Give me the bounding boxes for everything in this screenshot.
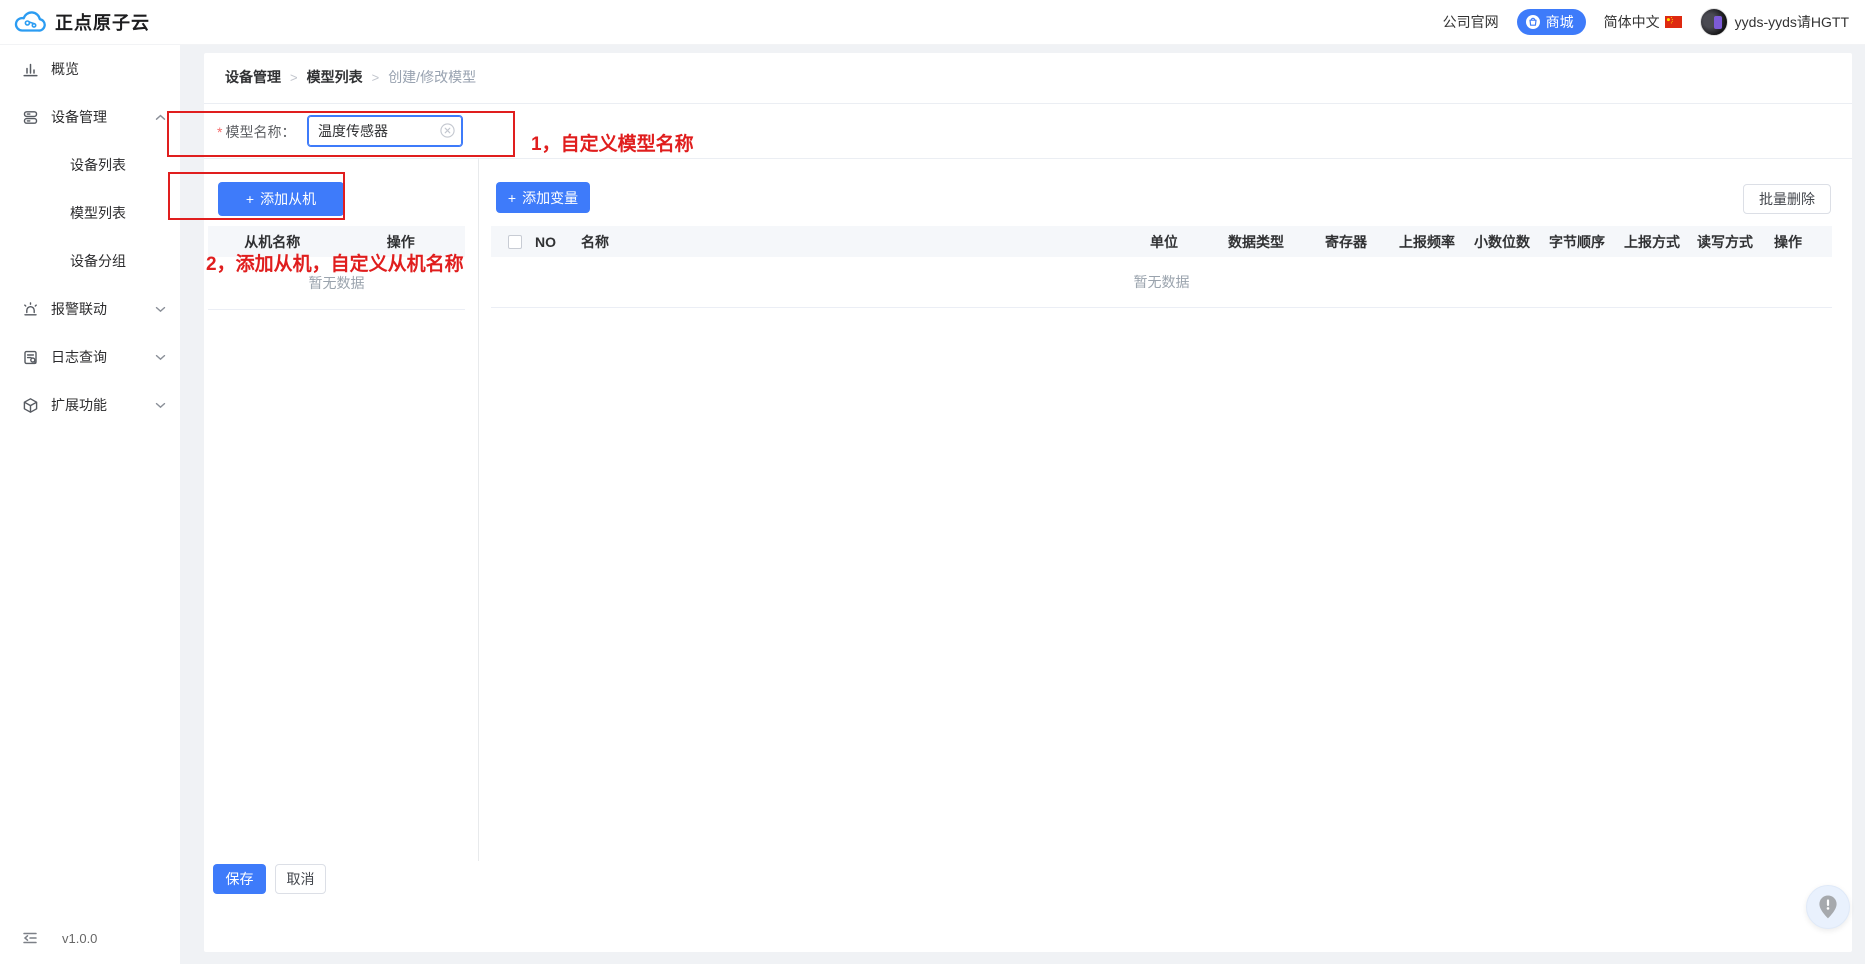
save-button[interactable]: 保存 [213, 864, 266, 894]
sidebar-item-label: 报警联动 [51, 301, 107, 317]
clear-input-icon[interactable] [440, 123, 455, 138]
bar-chart-icon [22, 61, 39, 78]
brand-title: 正点原子云 [55, 13, 150, 33]
col-register: 寄存器 [1325, 233, 1367, 250]
col-byte-order: 字节顺序 [1549, 233, 1605, 250]
official-site-link[interactable]: 公司官网 [1443, 12, 1499, 32]
variable-table-header: NO 名称 单位 数据类型 寄存器 上报频率 小数位数 字节顺序 上报方式 读写… [491, 226, 1832, 257]
breadcrumb-item-current: 创建/修改模型 [388, 69, 477, 85]
brand: 正点原子云 [14, 9, 150, 36]
col-read-write: 读写方式 [1697, 233, 1753, 250]
shopping-bag-icon [1525, 14, 1541, 30]
chevron-down-icon [155, 306, 166, 313]
username: yyds-yyds请HGTT [1734, 14, 1849, 30]
sidebar-item-label: 日志查询 [51, 349, 107, 365]
col-name: 名称 [581, 233, 609, 250]
col-report-mode: 上报方式 [1624, 233, 1680, 250]
required-mark: * [217, 124, 223, 140]
sidebar-item-model-list[interactable]: 模型列表 [0, 189, 180, 237]
batch-delete-label: 批量删除 [1759, 191, 1815, 207]
avatar [1699, 8, 1728, 36]
model-name-label: * 模型名称： [217, 122, 295, 142]
china-flag-icon [1664, 16, 1682, 28]
breadcrumb-item-device-mgmt[interactable]: 设备管理 [225, 67, 281, 87]
sidebar-item-extensions[interactable]: 扩展功能 [0, 381, 180, 429]
top-header: 正点原子云 公司官网 商城 简体中文 yyds-yyds请HGTT [0, 0, 1865, 45]
sidebar-item-label: 设备管理 [51, 109, 107, 125]
collapse-sidebar-icon[interactable] [22, 931, 38, 945]
sidebar-item-device-group[interactable]: 设备分组 [0, 237, 180, 285]
floating-helper-button[interactable] [1806, 885, 1850, 929]
mall-button[interactable]: 商城 [1516, 9, 1586, 35]
language-label: 简体中文 [1603, 14, 1660, 30]
device-stack-icon [22, 109, 39, 126]
sidebar-subitem-label: 设备分组 [70, 253, 126, 269]
alarm-siren-icon [22, 301, 39, 318]
mall-label: 商城 [1545, 14, 1574, 30]
sidebar-item-device-mgmt[interactable]: 设备管理 [0, 93, 180, 141]
col-report-freq: 上报频率 [1399, 233, 1455, 250]
chevron-down-icon [155, 402, 166, 409]
model-name-label-text: 模型名称： [225, 124, 296, 140]
chevron-down-icon [155, 354, 166, 361]
sidebar-item-label: 扩展功能 [51, 397, 107, 413]
add-variable-label: 添加变量 [522, 189, 579, 206]
content-card: 设备管理 > 模型列表 > 创建/修改模型 *模型名称： + 添加从机 从机名称… [204, 53, 1852, 952]
log-search-icon [22, 349, 39, 366]
location-pin-icon [1817, 894, 1839, 920]
add-slave-label: 添加从机 [260, 191, 317, 207]
col-data-type: 数据类型 [1228, 233, 1284, 250]
add-slave-button[interactable]: + 添加从机 [218, 182, 344, 216]
sidebar-item-label: 概览 [51, 61, 79, 77]
annotation-step1-text: 1，自定义模型名称 [531, 134, 694, 155]
plus-icon: + [245, 191, 255, 207]
batch-delete-button[interactable]: 批量删除 [1743, 184, 1831, 214]
sidebar-item-alarm-link[interactable]: 报警联动 [0, 285, 180, 333]
panel-divider [478, 158, 479, 861]
sidebar-item-device-list[interactable]: 设备列表 [0, 141, 180, 189]
col-actions: 操作 [1774, 233, 1802, 250]
breadcrumb-separator: > [290, 69, 298, 85]
variable-empty-state: 暂无数据 [491, 257, 1832, 308]
sidebar-footer: v1.0.0 [0, 912, 180, 964]
col-decimals: 小数位数 [1474, 233, 1530, 250]
add-variable-button[interactable]: + 添加变量 [496, 182, 590, 213]
annotation-step2-text: 2，添加从机，自定义从机名称 [206, 254, 464, 275]
user-menu[interactable]: yyds-yyds请HGTT [1699, 8, 1849, 36]
language-switcher[interactable]: 简体中文 [1604, 12, 1682, 32]
col-no: NO [535, 233, 556, 250]
select-all-checkbox[interactable] [508, 234, 522, 249]
breadcrumb-separator: > [371, 69, 380, 85]
sidebar: 概览 设备管理 设备列表 模型列表 设备分组 报警联动 日志查询 扩展功能 v1… [0, 45, 180, 964]
cloud-logo-icon [14, 9, 46, 36]
breadcrumb-item-model-list[interactable]: 模型列表 [307, 67, 363, 87]
sidebar-item-log-query[interactable]: 日志查询 [0, 333, 180, 381]
topbar-right: 公司官网 商城 简体中文 yyds-yyds请HGTT [1443, 8, 1849, 36]
divider [204, 158, 1852, 159]
breadcrumb: 设备管理 > 模型列表 > 创建/修改模型 [225, 67, 476, 87]
chevron-up-icon [155, 114, 166, 121]
plus-icon: + [507, 189, 517, 206]
save-label: 保存 [225, 871, 254, 887]
cancel-button[interactable]: 取消 [275, 864, 326, 894]
sidebar-subitem-label: 设备列表 [70, 157, 126, 173]
model-name-form-row: * 模型名称： [204, 104, 1852, 158]
col-unit: 单位 [1150, 233, 1178, 250]
sidebar-subitem-label: 模型列表 [70, 205, 126, 221]
cancel-label: 取消 [286, 871, 315, 887]
variable-table: NO 名称 单位 数据类型 寄存器 上报频率 小数位数 字节顺序 上报方式 读写… [491, 226, 1832, 308]
app-version: v1.0.0 [62, 930, 98, 946]
cube-icon [22, 397, 39, 414]
sidebar-item-overview[interactable]: 概览 [0, 45, 180, 93]
